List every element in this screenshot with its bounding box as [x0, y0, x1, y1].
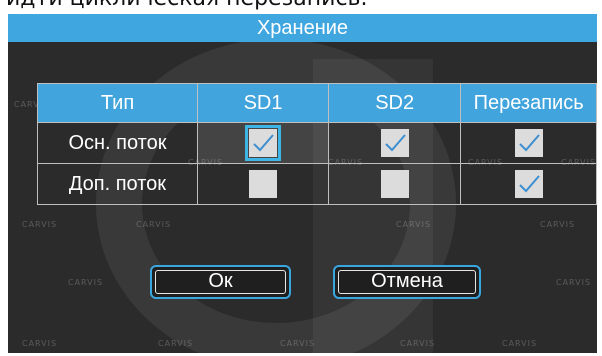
table-header-row: Тип SD1 SD2 Перезапись [37, 83, 597, 123]
checkbox-sub-rewrite[interactable] [514, 170, 543, 198]
checkbox-sub-sd1[interactable] [249, 170, 278, 198]
checkbox-main-sd2[interactable] [380, 129, 409, 157]
ok-button[interactable]: Ок [150, 265, 291, 299]
cancel-button[interactable]: Отмена [333, 265, 481, 299]
header-sd2: SD2 [328, 83, 462, 123]
cell-sub-sd1 [196, 163, 330, 205]
cancel-button-label: Отмена [371, 270, 443, 292]
watermark-text: CARVIS [502, 339, 538, 348]
checkmark-icon [384, 134, 406, 152]
watermark-text: CARVIS [280, 339, 316, 348]
checkmark-icon [518, 175, 540, 193]
checkmark-icon [253, 134, 274, 152]
checkbox-main-rewrite[interactable] [514, 129, 543, 157]
storage-table: Тип SD1 SD2 Перезапись Осн. поток Доп. п… [37, 83, 597, 205]
watermark-text: CARVIS [540, 220, 576, 229]
storage-dialog: CARVIS CARVIS CARVIS CARVIS CARVIS CARVI… [8, 14, 597, 353]
watermark-text: CARVIS [158, 339, 194, 348]
header-sd1: SD1 [196, 83, 330, 123]
header-rewrite: Перезапись [460, 83, 597, 123]
watermark-text: CARVIS [556, 278, 592, 287]
ok-button-label: Ок [208, 270, 233, 292]
checkmark-icon [518, 134, 540, 152]
cell-main-rewrite [460, 122, 597, 164]
watermark-text: CARVIS [22, 220, 58, 229]
checkbox-sub-sd2[interactable] [380, 170, 409, 198]
watermark-text: CARVIS [396, 220, 432, 229]
cell-sub-rewrite [460, 163, 597, 205]
table-row: Осн. поток [37, 122, 597, 164]
row-label-sub-stream: Доп. поток [37, 163, 198, 205]
header-type: Тип [37, 83, 198, 123]
watermark-text: CARVIS [22, 339, 58, 348]
watermark-text: CARVIS [68, 278, 104, 287]
cell-sub-sd2 [328, 163, 462, 205]
top-caption: идти циклическая перезапись. [0, 0, 602, 14]
dialog-title: Хранение [8, 14, 597, 42]
watermark-text: CARVIS [400, 339, 436, 348]
table-row: Доп. поток [37, 163, 597, 205]
checkbox-main-sd1[interactable] [245, 125, 282, 161]
row-label-main-stream: Осн. поток [37, 122, 198, 164]
watermark-text: CARVIS [136, 220, 172, 229]
cell-main-sd2 [328, 122, 462, 164]
cell-main-sd1 [196, 122, 330, 164]
